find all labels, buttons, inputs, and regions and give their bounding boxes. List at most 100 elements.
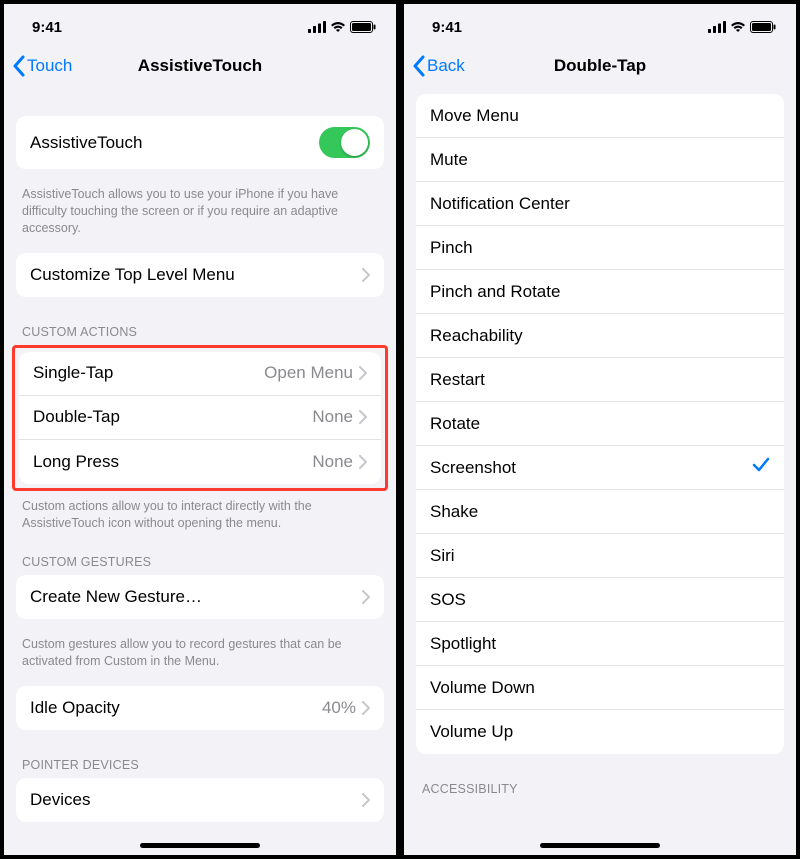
assistivetouch-toggle-cell[interactable]: AssistiveTouch — [16, 116, 384, 169]
option-pinch[interactable]: Pinch — [416, 226, 784, 270]
checkmark-icon — [752, 457, 770, 478]
toggle-switch[interactable] — [319, 127, 370, 158]
toggle-group: AssistiveTouch — [16, 116, 384, 169]
action-value: None — [312, 452, 353, 472]
option-label: Volume Up — [430, 722, 513, 742]
option-pinch-and-rotate[interactable]: Pinch and Rotate — [416, 270, 784, 314]
option-move-menu[interactable]: Move Menu — [416, 94, 784, 138]
action-value: None — [312, 407, 353, 427]
devices-label: Devices — [30, 790, 90, 810]
option-reachability[interactable]: Reachability — [416, 314, 784, 358]
idle-opacity-cell[interactable]: Idle Opacity 40% — [16, 686, 384, 730]
wifi-icon — [330, 21, 346, 33]
option-label: Screenshot — [430, 458, 516, 478]
chevron-right-icon — [362, 590, 370, 604]
custom-actions-header: CUSTOM ACTIONS — [4, 307, 396, 345]
create-gesture-label: Create New Gesture… — [30, 587, 202, 607]
idle-opacity-value: 40% — [322, 698, 356, 718]
status-icons — [308, 21, 376, 33]
chevron-left-icon — [412, 55, 425, 77]
option-screenshot[interactable]: Screenshot — [416, 446, 784, 490]
content-left[interactable]: AssistiveTouch AssistiveTouch allows you… — [4, 88, 396, 855]
back-button[interactable]: Back — [412, 55, 465, 77]
options-list: Move Menu Mute Notification Center Pinch Pin… — [416, 94, 784, 754]
status-bar: 9:41 — [4, 4, 396, 44]
chevron-right-icon — [362, 701, 370, 715]
option-sos[interactable]: SOS — [416, 578, 784, 622]
battery-icon — [750, 21, 776, 33]
custom-action-double-tap[interactable]: Double-Tap None — [19, 396, 381, 440]
devices-cell[interactable]: Devices — [16, 778, 384, 822]
option-label: Reachability — [430, 326, 523, 346]
chevron-right-icon — [362, 793, 370, 807]
customize-group: Customize Top Level Menu — [16, 253, 384, 297]
option-volume-down[interactable]: Volume Down — [416, 666, 784, 710]
option-volume-up[interactable]: Volume Up — [416, 710, 784, 754]
back-label: Touch — [27, 56, 72, 76]
option-label: Pinch and Rotate — [430, 282, 560, 302]
custom-gestures-footer: Custom gestures allow you to record gest… — [4, 629, 396, 676]
customize-top-level-menu[interactable]: Customize Top Level Menu — [16, 253, 384, 297]
option-label: Notification Center — [430, 194, 570, 214]
idle-opacity-group: Idle Opacity 40% — [16, 686, 384, 730]
action-value: Open Menu — [264, 363, 353, 383]
option-notification-center[interactable]: Notification Center — [416, 182, 784, 226]
home-indicator[interactable] — [140, 843, 260, 848]
option-label: Shake — [430, 502, 478, 522]
custom-gestures-header: CUSTOM GESTURES — [4, 537, 396, 575]
chevron-left-icon — [12, 55, 25, 77]
option-label: Move Menu — [430, 106, 519, 126]
highlight-box: Single-TapOpen MenuDouble-TapNoneLong Pr… — [12, 345, 388, 491]
toggle-label: AssistiveTouch — [30, 133, 142, 153]
option-spotlight[interactable]: Spotlight — [416, 622, 784, 666]
battery-icon — [350, 21, 376, 33]
custom-actions-footer: Custom actions allow you to interact dir… — [4, 491, 396, 538]
back-label: Back — [427, 56, 465, 76]
option-mute[interactable]: Mute — [416, 138, 784, 182]
action-label: Long Press — [33, 452, 119, 472]
option-shake[interactable]: Shake — [416, 490, 784, 534]
custom-gestures-group: Create New Gesture… — [16, 575, 384, 619]
option-label: Mute — [430, 150, 468, 170]
chevron-right-icon — [359, 455, 367, 469]
action-label: Double-Tap — [33, 407, 120, 427]
option-label: Volume Down — [430, 678, 535, 698]
chevron-right-icon — [362, 268, 370, 282]
back-button[interactable]: Touch — [12, 55, 72, 77]
signal-icon — [308, 21, 326, 33]
option-label: SOS — [430, 590, 466, 610]
signal-icon — [708, 21, 726, 33]
phone-left: 9:41 Touch AssistiveTouch AssistiveTouch… — [0, 0, 400, 859]
action-label: Single-Tap — [33, 363, 113, 383]
status-icons — [708, 21, 776, 33]
status-time: 9:41 — [32, 19, 62, 36]
custom-actions-group: Single-TapOpen MenuDouble-TapNoneLong Pr… — [19, 352, 381, 484]
option-restart[interactable]: Restart — [416, 358, 784, 402]
pointer-devices-header: POINTER DEVICES — [4, 740, 396, 778]
phone-right: 9:41 Back Double-Tap Move Menu Mute Notifi… — [400, 0, 800, 859]
create-new-gesture[interactable]: Create New Gesture… — [16, 575, 384, 619]
pointer-devices-group: Devices — [16, 778, 384, 822]
wifi-icon — [730, 21, 746, 33]
option-label: Siri — [430, 546, 455, 566]
content-right[interactable]: Move Menu Mute Notification Center Pinch Pin… — [404, 88, 796, 855]
option-label: Pinch — [430, 238, 473, 258]
option-rotate[interactable]: Rotate — [416, 402, 784, 446]
nav-bar: Touch AssistiveTouch — [4, 44, 396, 88]
nav-bar: Back Double-Tap — [404, 44, 796, 88]
option-label: Spotlight — [430, 634, 496, 654]
option-siri[interactable]: Siri — [416, 534, 784, 578]
option-label: Restart — [430, 370, 485, 390]
status-time: 9:41 — [432, 19, 462, 36]
option-label: Rotate — [430, 414, 480, 434]
chevron-right-icon — [359, 366, 367, 380]
chevron-right-icon — [359, 410, 367, 424]
status-bar: 9:41 — [404, 4, 796, 44]
home-indicator[interactable] — [540, 843, 660, 848]
idle-opacity-label: Idle Opacity — [30, 698, 120, 718]
customize-label: Customize Top Level Menu — [30, 265, 235, 285]
accessibility-header: ACCESSIBILITY — [404, 764, 796, 802]
custom-action-long-press[interactable]: Long Press None — [19, 440, 381, 484]
toggle-footer: AssistiveTouch allows you to use your iP… — [4, 179, 396, 243]
custom-action-single-tap[interactable]: Single-Tap Open Menu — [19, 352, 381, 396]
